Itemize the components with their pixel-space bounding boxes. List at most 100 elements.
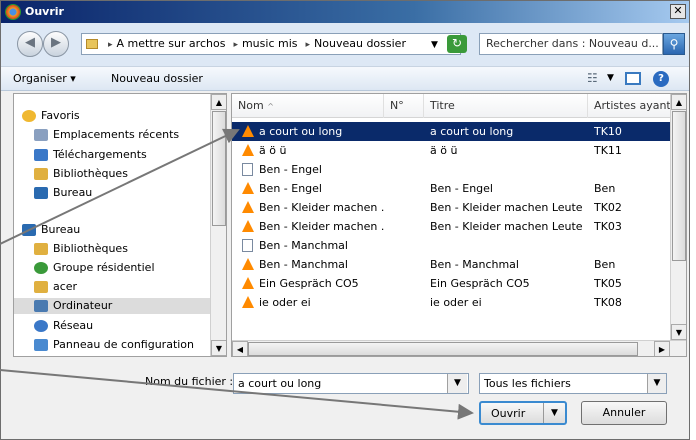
vlc-file-icon (242, 125, 254, 137)
file-name-cell: Ben - Manchmal (242, 255, 384, 274)
file-type-filter[interactable]: Tous les fichiers (479, 373, 667, 394)
vlc-file-icon (242, 182, 254, 194)
nav-item-label: Téléchargements (53, 148, 147, 161)
toolbar: Organiser ▾ Nouveau dossier ☷ ▼ ? (1, 67, 689, 91)
nav-scrollbar[interactable]: ▲ ▼ (210, 94, 226, 356)
search-input[interactable]: Rechercher dans : Nouveau d... (479, 33, 663, 55)
title-cell: a court ou long (430, 125, 514, 138)
scroll-down-icon[interactable]: ▼ (211, 340, 226, 356)
nav-item-favoris[interactable]: Favoris (22, 108, 80, 124)
nav-item-control-panel[interactable]: Panneau de configuration (34, 337, 194, 353)
file-row[interactable]: Ein Gespräch CO5 Ein Gespräch CO5 TK05 (232, 274, 672, 293)
title-cell: Ben - Kleider machen Leute ... (430, 201, 586, 214)
file-row[interactable]: Ben - Kleider machen ... Ben - Kleider ma… (232, 198, 672, 217)
file-name-cell: Ben - Engel (242, 179, 384, 198)
file-name-cell: Ben - Manchmal (242, 236, 384, 255)
nav-item-homegroup[interactable]: Groupe résidentiel (34, 260, 155, 276)
file-row[interactable]: Ben - Engel Ben - Engel Ben (232, 179, 672, 198)
artist-cell: TK05 (594, 277, 622, 290)
file-row[interactable]: ä ö ü ä ö ü TK11 (232, 141, 672, 160)
view-options-icon[interactable]: ☷ (587, 71, 598, 85)
column-headers: Nom ^ N° Titre Artistes ayant p (232, 94, 672, 118)
file-name-cell: a court ou long (242, 122, 384, 141)
file-row[interactable]: a court ou long a court ou long TK10 (232, 122, 672, 141)
file-name: Ben - Manchmal (259, 258, 348, 271)
artist-cell: TK08 (594, 296, 622, 309)
cancel-button[interactable]: Annuler (581, 401, 667, 425)
nav-item-label: Emplacements récents (53, 128, 180, 141)
scrollbar-thumb[interactable] (212, 111, 226, 226)
breadcrumb-item[interactable]: A mettre sur archos (117, 34, 226, 54)
chevron-right-icon: ▸ (108, 40, 113, 50)
chrome-icon (5, 4, 21, 20)
file-name: Ben - Engel (259, 182, 322, 195)
file-row[interactable]: Ben - Manchmal (232, 236, 672, 255)
scrollbar-thumb[interactable] (672, 111, 686, 261)
nav-item-label: Bureau (41, 223, 81, 236)
close-button[interactable]: ✕ (670, 4, 686, 19)
nav-item-bureau[interactable]: Bureau (22, 222, 80, 238)
file-name-cell: Ben - Kleider machen ... (242, 198, 384, 217)
file-list-horizontal-scrollbar[interactable]: ◀ ▶ (232, 340, 686, 356)
nav-item-desktop[interactable]: Bureau (34, 185, 92, 201)
new-folder-button[interactable]: Nouveau dossier (111, 72, 203, 85)
filename-label: Nom du fichier : (145, 375, 234, 388)
title-cell: Ein Gespräch CO5 (430, 277, 530, 290)
artist-cell: TK03 (594, 220, 622, 233)
file-row[interactable]: Ben - Engel (232, 160, 672, 179)
nav-item-acer[interactable]: acer (34, 279, 77, 295)
vlc-file-icon (242, 144, 254, 156)
nav-item-label: Panneau de configuration (53, 338, 195, 351)
open-button-label: Ouvrir (491, 407, 526, 420)
scroll-up-icon[interactable]: ▲ (211, 94, 226, 110)
organise-button[interactable]: Organiser ▾ (13, 72, 76, 85)
chevron-down-icon[interactable]: ▼ (431, 40, 438, 50)
scroll-left-icon[interactable]: ◀ (232, 341, 248, 356)
open-button[interactable]: Ouvrir ▼ (479, 401, 567, 425)
chevron-down-icon[interactable]: ▼ (543, 403, 565, 423)
computer-icon (34, 300, 48, 312)
forward-button[interactable]: ▶ (43, 31, 69, 57)
file-list-vertical-scrollbar[interactable]: ▲ ▼ (670, 94, 686, 340)
file-row[interactable]: Ben - Kleider machen ... Ben - Kleider ma… (232, 217, 672, 236)
back-button[interactable]: ◀ (17, 31, 43, 57)
libraries-icon (34, 168, 48, 180)
nav-item-libraries-2[interactable]: Bibliothèques (34, 241, 128, 257)
chevron-down-icon[interactable]: ▼ (447, 374, 467, 393)
breadcrumb-item[interactable]: Nouveau dossier (314, 34, 406, 54)
nav-item-recent[interactable]: Emplacements récents (34, 127, 179, 143)
preview-pane-icon[interactable] (625, 72, 641, 85)
nav-item-network[interactable]: Réseau (34, 318, 93, 334)
nav-item-label: Bibliothèques (53, 167, 128, 180)
column-name[interactable]: Nom ^ (232, 94, 384, 118)
title-cell: Ben - Kleider machen Leute ... (430, 220, 586, 233)
search-icon[interactable]: ⚲ (663, 33, 685, 55)
chevron-down-icon[interactable]: ▼ (647, 374, 666, 393)
scrollbar-thumb[interactable] (248, 342, 638, 356)
nav-item-downloads[interactable]: Téléchargements (34, 147, 147, 163)
nav-item-label: Réseau (53, 319, 94, 332)
scroll-down-icon[interactable]: ▼ (671, 324, 686, 340)
scroll-up-icon[interactable]: ▲ (671, 94, 686, 110)
help-icon[interactable]: ? (653, 71, 669, 87)
refresh-icon[interactable]: ↻ (447, 35, 467, 53)
title-cell: Ben - Engel (430, 182, 493, 195)
filename-input[interactable]: a court ou long (233, 373, 469, 394)
desktop-icon (34, 187, 48, 199)
breadcrumb[interactable]: ▸ A mettre sur archos ▸ music mis ▸ Nouveau d… (81, 33, 461, 55)
chevron-right-icon: ▸ (305, 40, 311, 50)
nav-item-libraries[interactable]: Bibliothèques (34, 166, 128, 182)
column-artist[interactable]: Artistes ayant p (588, 94, 672, 118)
file-list: Nom ^ N° Titre Artistes ayant p a court … (231, 93, 687, 357)
file-row[interactable]: ie oder ei ie oder ei TK08 (232, 293, 672, 312)
scroll-right-icon[interactable]: ▶ (654, 341, 670, 356)
column-title[interactable]: Titre (424, 94, 588, 118)
file-name: Ben - Kleider machen ... (259, 201, 384, 214)
nav-item-computer[interactable]: Ordinateur (14, 298, 210, 314)
title-cell: Ben - Manchmal (430, 258, 519, 271)
desktop-icon (22, 224, 36, 236)
column-number[interactable]: N° (384, 94, 424, 118)
chevron-down-icon[interactable]: ▼ (607, 73, 614, 83)
breadcrumb-item[interactable]: music mis (242, 34, 298, 54)
file-row[interactable]: Ben - Manchmal Ben - Manchmal Ben (232, 255, 672, 274)
